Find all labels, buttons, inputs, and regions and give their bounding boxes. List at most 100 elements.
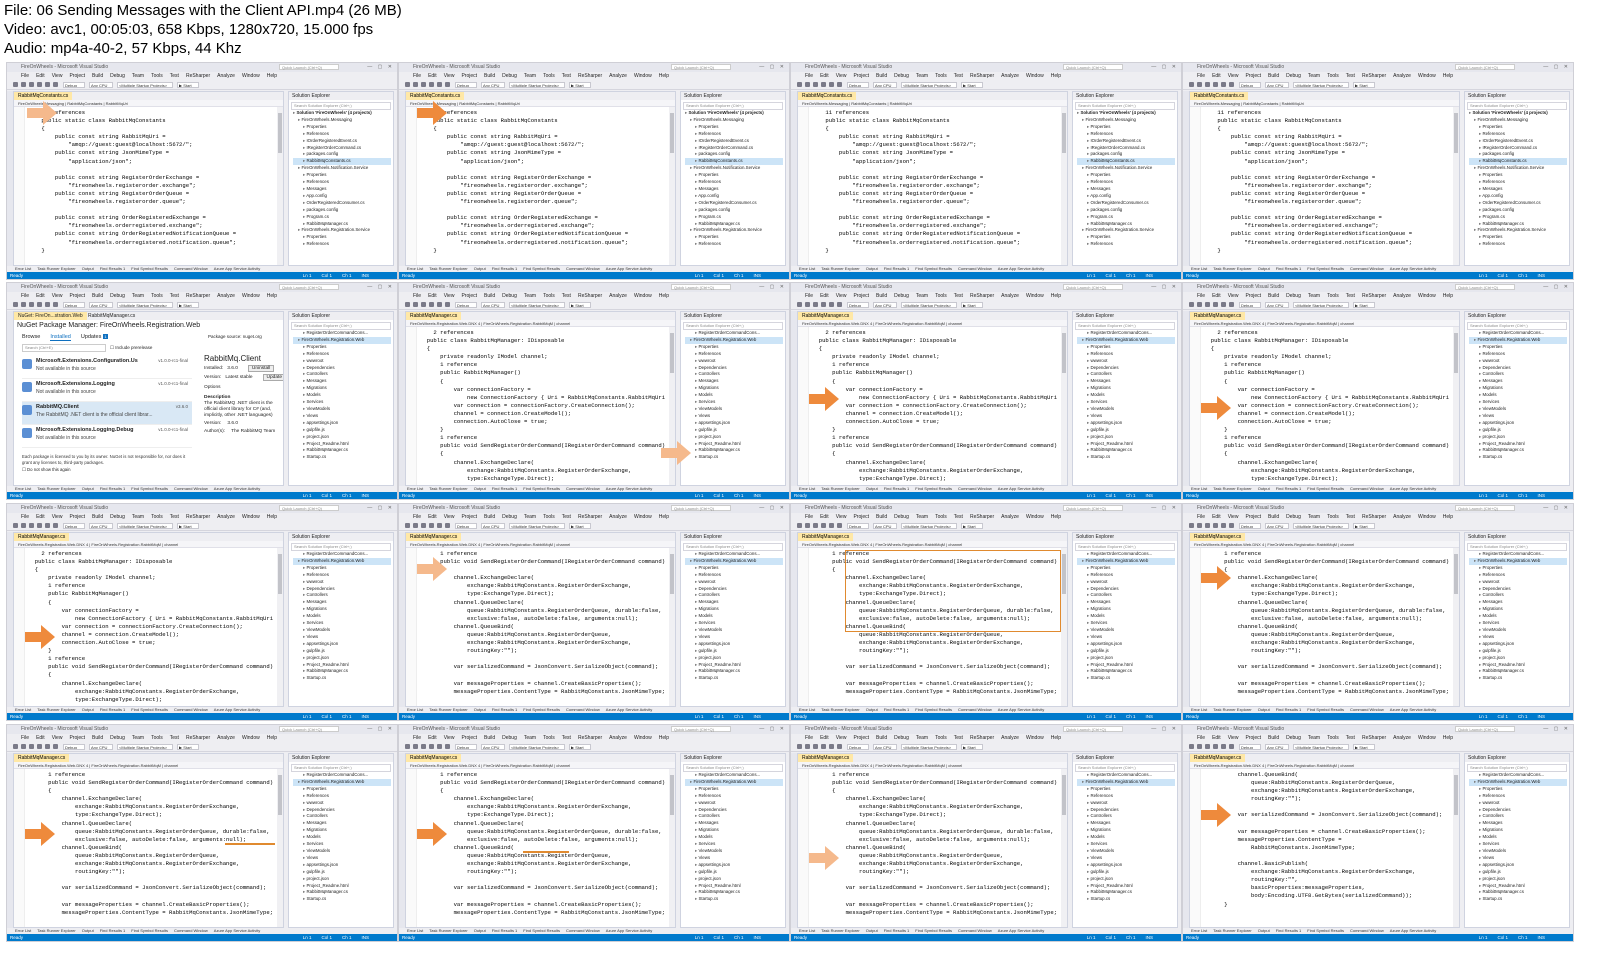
tree-item[interactable]: ▸ project.json — [1469, 434, 1567, 441]
solution-explorer-search[interactable]: Search Solution Explorer (Ctrl+;) — [683, 543, 783, 551]
toolbar-icon[interactable] — [1221, 744, 1226, 749]
toolbar-icon[interactable] — [429, 302, 434, 307]
tree-item[interactable]: ▸ Services — [685, 841, 783, 848]
menu-item[interactable]: Test — [954, 293, 963, 299]
tree-item[interactable]: ▸ appsettings.json — [293, 420, 391, 427]
menu-item[interactable]: Test — [1346, 514, 1355, 520]
menu-item[interactable]: Help — [659, 735, 669, 741]
bottom-tab[interactable]: Output — [866, 266, 878, 271]
tree-item[interactable]: ▸ References — [1469, 572, 1567, 579]
menu-item[interactable]: Window — [242, 293, 260, 299]
bottom-tab[interactable]: Error List — [15, 486, 31, 491]
bottom-tab[interactable]: Azure App Service Activity — [214, 707, 260, 712]
menu-item[interactable]: Analyze — [1001, 73, 1019, 79]
tree-item[interactable]: ▸ References — [685, 793, 783, 800]
include-prerelease-checkbox[interactable]: ☐ Include prerelease — [110, 345, 152, 351]
toolbar-icon[interactable] — [29, 302, 34, 307]
startup-project-select[interactable]: <Multiple Startup Projects> — [901, 82, 957, 88]
menu-item[interactable]: Window — [1418, 293, 1436, 299]
platform-select[interactable]: Any CPU — [1265, 523, 1289, 529]
start-button[interactable]: ▶ Start — [569, 523, 591, 529]
menu-item[interactable]: Project — [461, 73, 477, 79]
code-text[interactable]: 11 references public static class Rabbit… — [28, 109, 275, 265]
bottom-tab[interactable]: Azure App Service Activity — [998, 486, 1044, 491]
toolbar-icon[interactable] — [37, 82, 42, 87]
tree-item[interactable]: ▸ Messages — [293, 186, 391, 193]
menu-item[interactable]: Help — [1051, 73, 1061, 79]
tree-item[interactable]: ▸ FireOnWheels.Messaging — [1077, 117, 1175, 124]
menu-item[interactable]: Test — [1346, 73, 1355, 79]
startup-project-select[interactable]: <Multiple Startup Projects> — [509, 302, 565, 308]
startup-project-select[interactable]: <Multiple Startup Projects> — [509, 744, 565, 750]
bottom-tab[interactable]: Find Symbol Results — [915, 928, 952, 933]
code-text[interactable]: 1 reference public void SendRegisterOrde… — [1204, 550, 1451, 706]
menu-item[interactable]: Window — [634, 735, 652, 741]
menu-item[interactable]: Tools — [935, 73, 947, 79]
tree-item[interactable]: ▸ Views — [1469, 855, 1567, 862]
bottom-tab[interactable]: Task Runner Explorer — [1213, 707, 1251, 712]
bottom-tab[interactable]: Find Symbol Results — [1307, 928, 1344, 933]
menu-item[interactable]: ReSharper — [970, 293, 994, 299]
tree-item[interactable]: ▸ Services — [685, 399, 783, 406]
toolbar-icon[interactable] — [837, 82, 842, 87]
tree-item[interactable]: ▸ FireOnWheels.Registration.Web — [685, 336, 783, 344]
quick-launch-input[interactable]: Quick Launch (Ctrl+Q) — [279, 284, 339, 290]
tree-item[interactable]: ▸ FireOnWheels.Notification.Service — [293, 165, 391, 172]
toolbar-icon[interactable] — [829, 523, 834, 528]
tree-item[interactable]: ▸ Services — [1077, 841, 1175, 848]
bottom-tab[interactable]: Find Results 1 — [100, 707, 126, 712]
tree-item[interactable]: ▸ project.json — [685, 655, 783, 662]
window-controls[interactable]: — ▢ ✕ — [1543, 64, 1570, 70]
menu-item[interactable]: Help — [267, 514, 277, 520]
menu-item[interactable]: Debug — [894, 293, 909, 299]
bottom-tab[interactable]: Azure App Service Activity — [998, 266, 1044, 271]
menu-item[interactable]: File — [1197, 735, 1205, 741]
window-controls[interactable]: — ▢ ✕ — [1151, 505, 1178, 511]
menu-item[interactable]: Debug — [894, 73, 909, 79]
toolbar-icon[interactable] — [1213, 744, 1218, 749]
tree-item[interactable]: ▸ Migrations — [1077, 606, 1175, 613]
bottom-tab[interactable]: Task Runner Explorer — [821, 486, 859, 491]
tree-item[interactable]: ▸ References — [293, 793, 391, 800]
menu-item[interactable]: Test — [170, 735, 179, 741]
tree-item[interactable]: ▸ References — [293, 179, 391, 186]
tree-item[interactable]: ▸ Startup.cs — [293, 454, 391, 461]
toolbar-icon[interactable] — [445, 302, 450, 307]
start-button[interactable]: ▶ Start — [177, 302, 199, 308]
solution-explorer-search[interactable]: Search Solution Explorer (Ctrl+;) — [1467, 764, 1567, 772]
tree-item[interactable]: ▸ RabbitMqManager.cs — [293, 447, 391, 454]
menu-item[interactable]: Build — [1268, 735, 1279, 741]
menu-item[interactable]: Window — [242, 73, 260, 79]
tree-item[interactable]: ▸ Services — [1077, 399, 1175, 406]
menu-item[interactable]: ReSharper — [1362, 293, 1386, 299]
toolbar-icon[interactable] — [1205, 82, 1210, 87]
tree-item[interactable]: ▸ RabbitMqManager.cs — [685, 889, 783, 896]
tree-item[interactable]: ▸ References — [685, 351, 783, 358]
platform-select[interactable]: Any CPU — [873, 744, 897, 750]
window-controls[interactable]: — ▢ ✕ — [367, 284, 394, 290]
tree-item[interactable]: ▸ Properties — [685, 172, 783, 179]
toolbar-icon[interactable] — [821, 82, 826, 87]
tree-item[interactable]: ▸ IRegisterOrderCommand.cs — [685, 145, 783, 152]
window-controls[interactable]: — ▢ ✕ — [759, 726, 786, 732]
menu-item[interactable]: Team — [132, 293, 144, 299]
tree-item[interactable]: ▸ RegisterOrderCommandCons... — [293, 330, 391, 337]
menu-item[interactable]: Test — [954, 735, 963, 741]
menu-item[interactable]: View — [444, 514, 455, 520]
platform-select[interactable]: Any CPU — [1265, 302, 1289, 308]
tree-item[interactable]: ▸ Startup.cs — [1469, 896, 1567, 903]
tree-item[interactable]: ▸ RegisterOrderCommandCons... — [1077, 772, 1175, 779]
menu-item[interactable]: Tools — [1327, 735, 1339, 741]
menu-item[interactable]: Window — [634, 73, 652, 79]
bottom-tab[interactable]: Output — [82, 928, 94, 933]
toolbar-icon[interactable] — [405, 302, 410, 307]
tree-item[interactable]: ▸ wwwroot — [1469, 358, 1567, 365]
config-select[interactable]: Debug — [1239, 523, 1261, 529]
menu-item[interactable]: ReSharper — [186, 73, 210, 79]
menu-item[interactable]: Edit — [428, 735, 437, 741]
start-button[interactable]: ▶ Start — [1353, 302, 1375, 308]
tree-item[interactable]: ▸ OrderRegisteredConsumer.cs — [685, 200, 783, 207]
toolbar-icon[interactable] — [837, 744, 842, 749]
tree-item[interactable]: ▸ RabbitMqManager.cs — [293, 668, 391, 675]
toolbar-icon[interactable] — [797, 523, 802, 528]
